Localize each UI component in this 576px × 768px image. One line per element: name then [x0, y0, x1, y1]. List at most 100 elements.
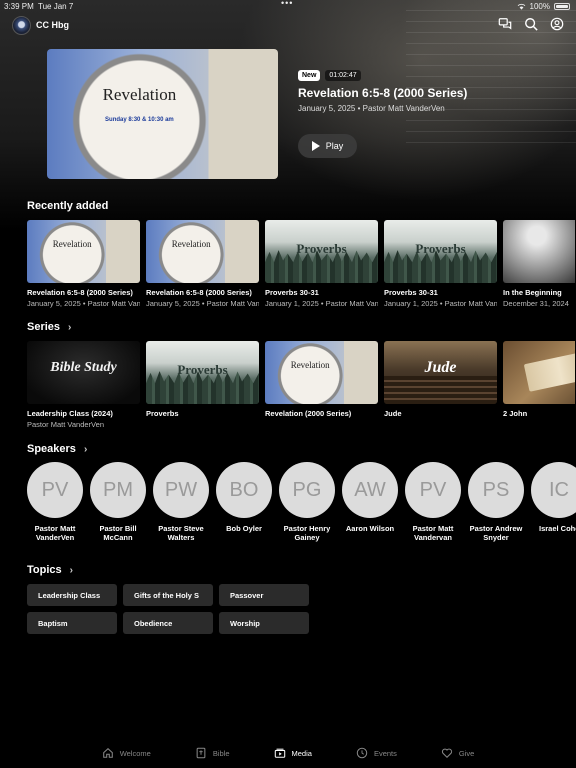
series-title: Series [27, 321, 61, 333]
tab-welcome[interactable]: Welcome [80, 738, 173, 768]
featured-thumbnail-title: Revelation [102, 85, 177, 105]
card-title: Proverbs 30-31 [265, 288, 319, 297]
play-button[interactable]: Play [298, 134, 357, 158]
thumbnail-title: Revelation [171, 238, 211, 249]
speakers-heading[interactable]: Speakers › [27, 443, 87, 455]
series-card[interactable]: 2 John [503, 341, 575, 429]
play-icon [311, 141, 320, 151]
wifi-icon [517, 3, 525, 10]
series-card[interactable]: Proverbs Proverbs [146, 341, 259, 429]
avatar: BO [216, 462, 272, 518]
speaker-name: Pastor Steve Walters [158, 524, 204, 542]
series-heading[interactable]: Series › [27, 321, 71, 333]
topics-grid: Leadership Class Gifts of the Holy S Pas… [27, 584, 309, 634]
tab-label: Welcome [119, 748, 151, 758]
recently-added-heading: Recently added [27, 200, 108, 212]
speaker-item[interactable]: IC Israel Cohen [531, 462, 576, 542]
card-title: Leadership Class (2024) [27, 409, 113, 418]
speaker-item[interactable]: PM Pastor Bill McCann [90, 462, 146, 542]
speaker-item[interactable]: PW Pastor Steve Walters [153, 462, 209, 542]
speaker-name: Pastor Bill McCann [99, 524, 137, 542]
thumbnail-title: Revelation [52, 238, 92, 249]
featured-thumbnail[interactable]: Revelation Sunday 8:30 & 10:30 am [47, 49, 278, 179]
series-thumbnail [503, 341, 575, 404]
series-card[interactable]: Jude Jude [384, 341, 497, 429]
speaker-item[interactable]: PV Pastor Matt Vandervan [405, 462, 461, 542]
card-title: Revelation 6:5-8 (2000 Series) [27, 288, 133, 297]
speaker-name: Bob Oyler [226, 524, 262, 533]
thumbnail-title: Proverbs [296, 240, 347, 256]
status-bar: 3:39 PM Tue Jan 7 ••• 100% [0, 0, 576, 12]
card-title: Proverbs [146, 409, 179, 418]
speaker-item[interactable]: PG Pastor Henry Gainey [279, 462, 335, 542]
topics-heading[interactable]: Topics › [27, 564, 73, 576]
thumbnail-title: Bible Study [50, 359, 117, 375]
search-icon[interactable] [524, 17, 538, 31]
media-card[interactable]: Revelation Revelation 6:5-8 (2000 Series… [146, 220, 259, 308]
avatar: AW [342, 462, 398, 518]
avatar: PM [90, 462, 146, 518]
topic-chip[interactable]: Passover [219, 584, 309, 606]
speaker-item[interactable]: AW Aaron Wilson [342, 462, 398, 542]
app-logo[interactable] [12, 16, 31, 35]
media-thumbnail: Proverbs [265, 220, 378, 283]
speaker-name: Pastor Matt VanderVen [34, 524, 76, 542]
speaker-item[interactable]: PV Pastor Matt VanderVen [27, 462, 83, 542]
chevron-right-icon: › [83, 443, 88, 455]
tab-give[interactable]: Give [419, 738, 496, 768]
speaker-name: Aaron Wilson [345, 524, 395, 533]
series-thumbnail: Revelation [265, 341, 378, 404]
media-card[interactable]: Proverbs Proverbs 30-31 January 1, 2025 … [384, 220, 497, 308]
heart-icon [441, 748, 452, 759]
topic-chip[interactable]: Worship [219, 612, 309, 634]
media-thumbnail: Proverbs [384, 220, 497, 283]
card-meta: January 1, 2025 • Pastor Matt VanderVen [265, 299, 378, 308]
battery-icon [554, 3, 570, 10]
new-badge: New [298, 70, 321, 81]
topic-chip[interactable]: Leadership Class [27, 584, 117, 606]
avatar: IC [531, 462, 576, 518]
media-card[interactable]: Revelation Revelation 6:5-8 (2000 Series… [27, 220, 140, 308]
media-card[interactable]: Proverbs Proverbs 30-31 January 1, 2025 … [265, 220, 378, 308]
tab-bible[interactable]: Bible [173, 738, 252, 768]
media-thumbnail: Revelation [27, 220, 140, 283]
tab-media[interactable]: Media [252, 738, 334, 768]
card-title: Jude [384, 409, 402, 418]
speaker-item[interactable]: PS Pastor Andrew Snyder [468, 462, 524, 542]
media-card[interactable]: In the Beginning December 31, 2024 [503, 220, 575, 308]
tab-events[interactable]: Events [334, 738, 419, 768]
topic-chip[interactable]: Gifts of the Holy S [123, 584, 213, 606]
card-title: Revelation (2000 Series) [265, 409, 352, 418]
series-thumbnail: Proverbs [146, 341, 259, 404]
multitask-dots[interactable]: ••• [281, 0, 293, 8]
topic-chip[interactable]: Obedience [123, 612, 213, 634]
tab-label: Media [291, 748, 312, 758]
app-title: CC Hbg [36, 20, 69, 30]
media-icon [274, 748, 285, 758]
status-date: Tue Jan 7 [38, 2, 74, 11]
chat-icon[interactable] [498, 17, 512, 31]
bible-icon [196, 747, 206, 759]
topic-chip[interactable]: Baptism [27, 612, 117, 634]
speaker-item[interactable]: BO Bob Oyler [216, 462, 272, 542]
media-thumbnail [503, 220, 575, 283]
home-icon [102, 748, 113, 758]
status-time: 3:39 PM [4, 2, 34, 11]
account-icon[interactable] [550, 17, 564, 31]
card-meta: Pastor Matt VanderVen [27, 420, 104, 429]
thumbnail-title: Revelation [290, 359, 330, 370]
card-title: Revelation 6:5-8 (2000 Series) [146, 288, 252, 297]
tab-label: Give [458, 748, 475, 758]
card-title: 2 John [503, 409, 528, 418]
series-card[interactable]: Bible Study Leadership Class (2024) Past… [27, 341, 140, 429]
top-nav: CC Hbg [12, 16, 564, 36]
series-thumbnail: Bible Study [27, 341, 140, 404]
series-thumbnail: Jude [384, 341, 497, 404]
speaker-name: Israel Cohen [539, 524, 576, 533]
series-card[interactable]: Revelation Revelation (2000 Series) [265, 341, 378, 429]
speaker-name: Pastor Henry Gainey [283, 524, 331, 542]
card-meta: December 31, 2024 [503, 299, 569, 308]
speaker-name: Pastor Andrew Snyder [469, 524, 523, 542]
tab-label: Events [373, 748, 397, 758]
avatar: PS [468, 462, 524, 518]
